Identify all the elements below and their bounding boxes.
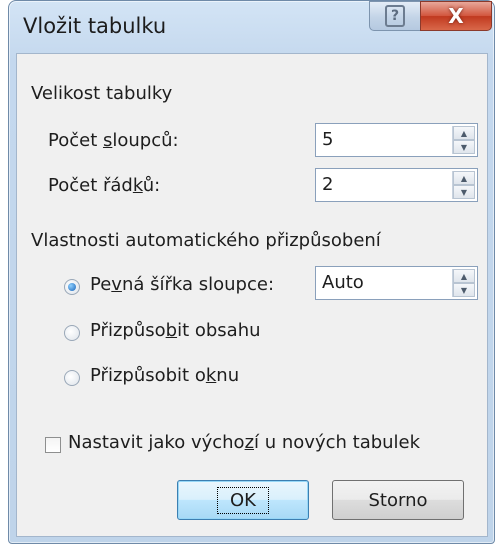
fixed-width-label[interactable]: Pevná šířka sloupce: (90, 274, 274, 295)
set-default-checkbox[interactable] (45, 437, 61, 453)
rows-label: Počet řádků: (48, 175, 161, 196)
question-mark-icon: ? (385, 5, 405, 27)
columns-spinner[interactable]: 5 ▲ ▼ (315, 123, 478, 157)
fixed-width-radio[interactable] (64, 279, 80, 295)
autofit-heading: Vlastnosti automatického přizpůsobení (31, 230, 381, 251)
rows-spinner[interactable]: 2 ▲ ▼ (315, 168, 478, 202)
close-button[interactable]: X (420, 1, 492, 31)
dialog-client-area: Velikost tabulky Počet sloupců: 5 ▲ ▼ Po… (16, 53, 488, 537)
fit-window-radio[interactable] (64, 370, 80, 386)
spin-down-icon[interactable]: ▼ (453, 140, 475, 154)
close-x-icon: X (448, 4, 464, 28)
spin-up-icon[interactable]: ▲ (453, 269, 475, 283)
rows-value[interactable]: 2 (316, 169, 452, 201)
help-button[interactable]: ? (369, 1, 421, 31)
table-size-heading: Velikost tabulky (31, 83, 173, 104)
fixed-width-spinner[interactable]: Auto ▲ ▼ (315, 266, 478, 300)
fit-window-label[interactable]: Přizpůsobit oknu (90, 365, 239, 386)
insert-table-dialog: Vložit tabulku ? X Velikost tabulky Poče… (8, 0, 495, 544)
dialog-title: Vložit tabulku (23, 14, 167, 38)
spin-down-icon[interactable]: ▼ (453, 185, 475, 199)
fit-contents-radio[interactable] (64, 325, 80, 341)
ok-button[interactable]: OK (177, 480, 309, 520)
columns-value[interactable]: 5 (316, 124, 452, 156)
title-bar[interactable]: Vložit tabulku ? X (9, 1, 494, 53)
columns-label: Počet sloupců: (48, 130, 179, 151)
spin-up-icon[interactable]: ▲ (453, 171, 475, 185)
set-default-label[interactable]: Nastavit jako výchozí u nových tabulek (68, 432, 420, 453)
fit-contents-label[interactable]: Přizpůsobit obsahu (90, 320, 261, 341)
cancel-button[interactable]: Storno (332, 480, 464, 520)
spin-up-icon[interactable]: ▲ (453, 126, 475, 140)
fixed-width-value[interactable]: Auto (316, 267, 452, 299)
spin-down-icon[interactable]: ▼ (453, 283, 475, 297)
